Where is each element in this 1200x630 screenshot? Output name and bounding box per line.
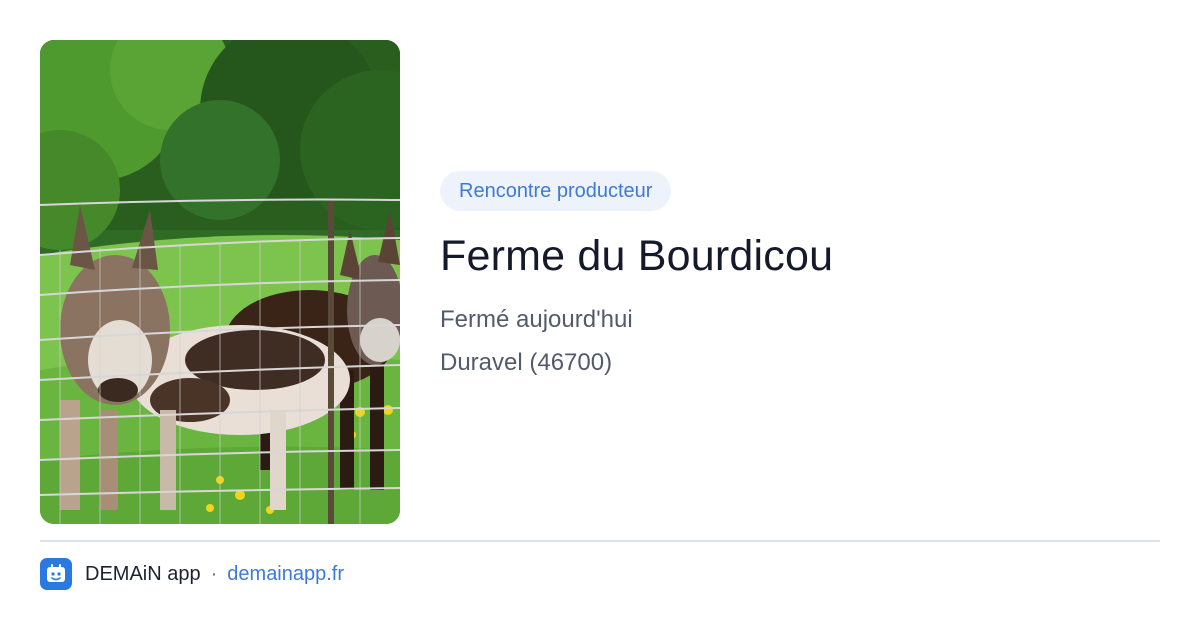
category-badge: Rencontre producteur: [440, 171, 672, 211]
demain-app-logo-icon: [40, 558, 72, 590]
producer-info: Rencontre producteur Ferme du Bourdicou …: [440, 171, 1160, 378]
producer-photo: [40, 40, 400, 524]
footer: DEMAiN app · demainapp.fr: [40, 558, 344, 590]
opening-status: Fermé aujourd'hui: [440, 306, 633, 334]
app-name: DEMAiN app: [85, 562, 201, 585]
footer-divider: [40, 540, 1160, 542]
producer-title: Ferme du Bourdicou: [440, 232, 834, 280]
producer-location: Duravel (46700): [440, 349, 613, 377]
domain-link[interactable]: demainapp.fr: [227, 563, 344, 586]
footer-separator: ·: [210, 562, 218, 585]
